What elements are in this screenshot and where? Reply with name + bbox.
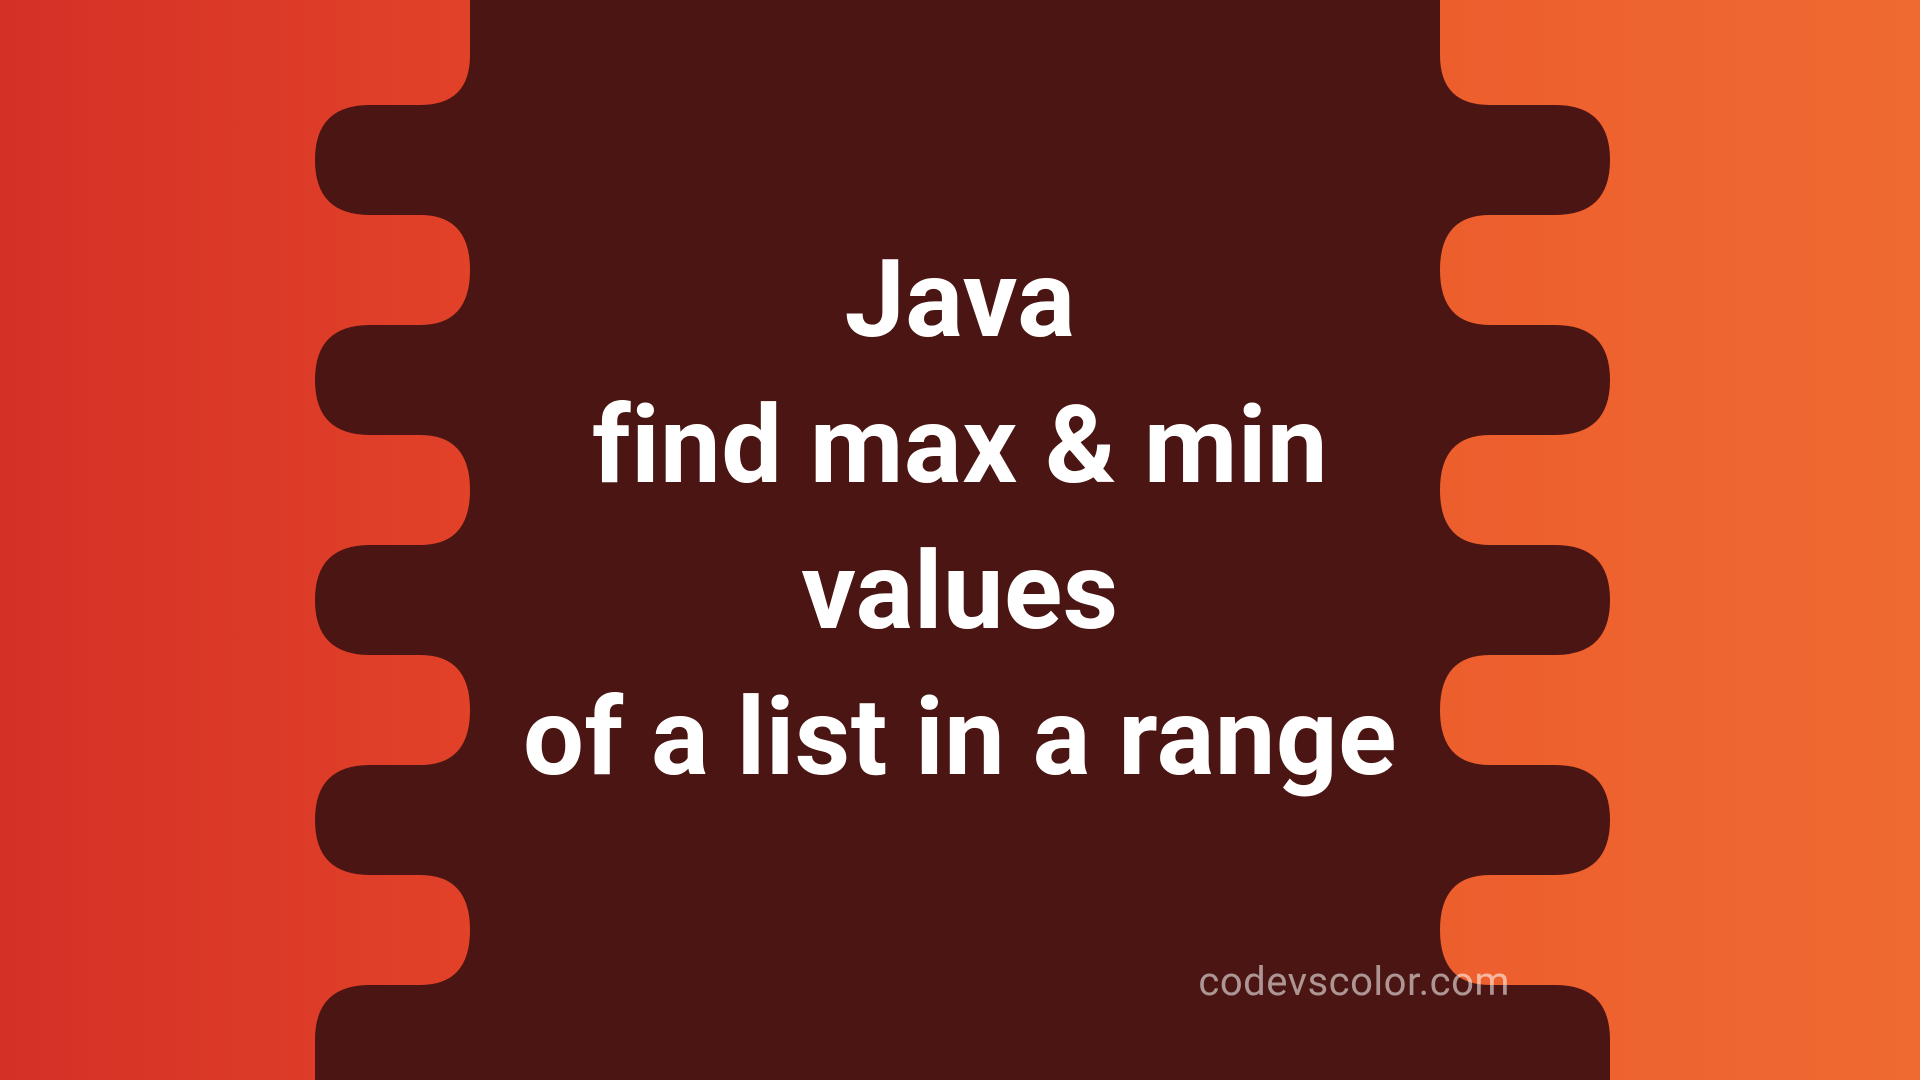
title-container: Java find max & min values of a list in … (0, 0, 1920, 1080)
title-line-1: Java (523, 228, 1397, 374)
watermark-text: codevscolor.com (1198, 958, 1510, 1005)
title-line-4: of a list in a range (523, 666, 1397, 812)
title-line-2: find max & min (523, 374, 1397, 520)
banner-stage: Java find max & min values of a list in … (0, 0, 1920, 1080)
banner-title: Java find max & min values of a list in … (523, 228, 1397, 811)
title-line-3: values (523, 520, 1397, 666)
